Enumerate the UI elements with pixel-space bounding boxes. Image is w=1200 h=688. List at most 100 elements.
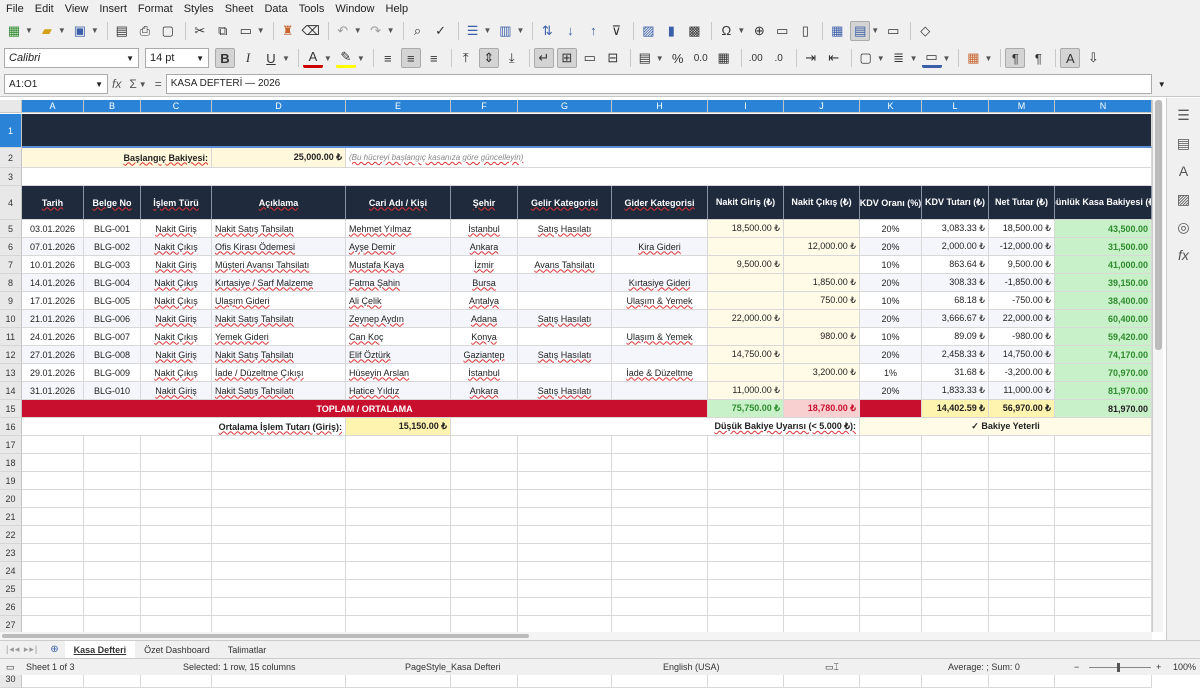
empty-cell[interactable]: [1055, 562, 1152, 580]
vertical-scrollbar[interactable]: [1152, 100, 1163, 632]
sum-icon[interactable]: Σ: [129, 77, 136, 91]
data-cell[interactable]: Kırtasiye / Sarf Malzeme: [212, 274, 346, 292]
show-draw-functions-icon[interactable]: ◇: [915, 21, 935, 41]
empty-cell[interactable]: [784, 472, 860, 490]
data-cell[interactable]: Nakit Satış Tahsilatı: [212, 310, 346, 328]
align-left-icon[interactable]: ≡: [378, 48, 398, 68]
zoom-in-icon[interactable]: +: [1156, 662, 1161, 672]
row-header[interactable]: 18: [0, 454, 22, 472]
vertical-text-icon[interactable]: ⇩: [1083, 48, 1103, 68]
data-cell[interactable]: 03.01.2026: [22, 220, 84, 238]
empty-cell[interactable]: [708, 580, 784, 598]
empty-cell[interactable]: [346, 508, 451, 526]
row-header[interactable]: 23: [0, 544, 22, 562]
data-cell[interactable]: 21.01.2026: [22, 310, 84, 328]
data-cell[interactable]: 12,000.00 ₺: [784, 238, 860, 256]
data-cell[interactable]: 07.01.2026: [22, 238, 84, 256]
horizontal-scrollbar[interactable]: [0, 632, 1152, 640]
formula-input[interactable]: KASA DEFTERİ — 2026: [165, 74, 1152, 94]
data-cell[interactable]: 74,170.00: [1055, 346, 1152, 364]
text-orientation-icon[interactable]: A: [1060, 48, 1081, 68]
print-icon[interactable]: ⎙: [135, 21, 155, 41]
empty-cell[interactable]: [451, 454, 518, 472]
italic-icon[interactable]: I: [238, 48, 258, 68]
tab-scroll-buttons[interactable]: |◂◂ ▸▸|: [0, 644, 44, 655]
data-cell[interactable]: BLG-010: [84, 382, 141, 400]
styles-icon[interactable]: A: [1173, 160, 1195, 182]
name-box[interactable]: A1:O1 ▼: [4, 74, 108, 94]
empty-cell[interactable]: [212, 508, 346, 526]
wrap-text-icon[interactable]: ↵: [533, 48, 554, 68]
font-name-box[interactable]: Calibri ▼: [4, 48, 139, 68]
average-label[interactable]: Ortalama İşlem Tutarı (Giriş):: [22, 418, 346, 436]
empty-cell[interactable]: [922, 472, 989, 490]
data-cell[interactable]: 10%: [860, 292, 922, 310]
empty-cell[interactable]: [346, 580, 451, 598]
data-cell[interactable]: Kırtasiye Gideri: [612, 274, 708, 292]
data-cell[interactable]: 14.01.2026: [22, 274, 84, 292]
data-cell[interactable]: 11,000.00 ₺: [708, 382, 784, 400]
menu-item[interactable]: Edit: [35, 3, 54, 15]
empty-cell[interactable]: [518, 472, 612, 490]
data-cell[interactable]: İade / Düzeltme Çıkışı: [212, 364, 346, 382]
low-balance-label[interactable]: Düşük Bakiye Uyarısı (< 5.000 ₺):: [451, 418, 860, 436]
data-cell[interactable]: 20%: [860, 382, 922, 400]
total-balance[interactable]: 81,970.00: [1055, 400, 1152, 418]
merge-cells-icon[interactable]: ▭: [580, 48, 600, 68]
empty-cell[interactable]: [708, 454, 784, 472]
copy-icon[interactable]: ⧉: [213, 21, 233, 41]
empty-cell[interactable]: [518, 598, 612, 616]
empty-cell[interactable]: [989, 490, 1055, 508]
date-format-icon[interactable]: ▦: [714, 48, 734, 68]
data-cell[interactable]: [784, 346, 860, 364]
row-header[interactable]: 21: [0, 508, 22, 526]
total-cash-out[interactable]: 18,780.00 ₺: [784, 400, 860, 418]
empty-cell[interactable]: [22, 436, 84, 454]
right-to-left-icon[interactable]: ¶: [1028, 48, 1048, 68]
row-header[interactable]: 1: [0, 114, 22, 148]
data-cell[interactable]: BLG-001: [84, 220, 141, 238]
data-cell[interactable]: 31,500.00: [1055, 238, 1152, 256]
empty-cell[interactable]: [22, 544, 84, 562]
empty-cell[interactable]: [22, 508, 84, 526]
row-header[interactable]: 24: [0, 562, 22, 580]
empty-row[interactable]: [22, 168, 1152, 186]
data-cell[interactable]: [784, 256, 860, 274]
data-cell[interactable]: Müşteri Avansı Tahsilatı: [212, 256, 346, 274]
column-title[interactable]: KDV Oranı (%): [860, 186, 922, 220]
data-cell[interactable]: [518, 292, 612, 310]
data-cell[interactable]: Ankara: [451, 238, 518, 256]
menu-item[interactable]: Sheet: [225, 3, 254, 15]
data-cell[interactable]: İade & Düzeltme: [612, 364, 708, 382]
empty-cell[interactable]: [612, 436, 708, 454]
special-character-icon[interactable]: Ω: [716, 21, 736, 41]
empty-cell[interactable]: [989, 544, 1055, 562]
empty-cell[interactable]: [141, 454, 212, 472]
align-middle-icon[interactable]: ⇕: [478, 48, 499, 68]
data-cell[interactable]: [708, 292, 784, 310]
row-header[interactable]: 16: [0, 418, 22, 436]
empty-cell[interactable]: [989, 580, 1055, 598]
data-cell[interactable]: Hatice Yıldız: [346, 382, 451, 400]
column-title[interactable]: Tarih: [22, 186, 84, 220]
empty-cell[interactable]: [84, 544, 141, 562]
data-cell[interactable]: [518, 364, 612, 382]
menu-icon[interactable]: ☰: [1173, 104, 1195, 126]
empty-cell[interactable]: [212, 490, 346, 508]
data-cell[interactable]: Nakit Çıkış: [141, 238, 212, 256]
empty-cell[interactable]: [518, 508, 612, 526]
data-cell[interactable]: Nakit Giriş: [141, 382, 212, 400]
empty-cell[interactable]: [1055, 454, 1152, 472]
empty-cell[interactable]: [922, 544, 989, 562]
percent-format-icon[interactable]: %: [668, 48, 688, 68]
status-language[interactable]: English (USA): [663, 662, 720, 672]
empty-cell[interactable]: [784, 526, 860, 544]
clone-formatting-icon[interactable]: ♜: [278, 21, 298, 41]
save-icon[interactable]: ▣: [70, 21, 90, 41]
data-cell[interactable]: Ali Çelik: [346, 292, 451, 310]
data-cell[interactable]: Satış Hasılatı: [518, 346, 612, 364]
empty-cell[interactable]: [212, 598, 346, 616]
data-cell[interactable]: Satış Hasılatı: [518, 382, 612, 400]
data-cell[interactable]: BLG-006: [84, 310, 141, 328]
data-cell[interactable]: 10%: [860, 328, 922, 346]
